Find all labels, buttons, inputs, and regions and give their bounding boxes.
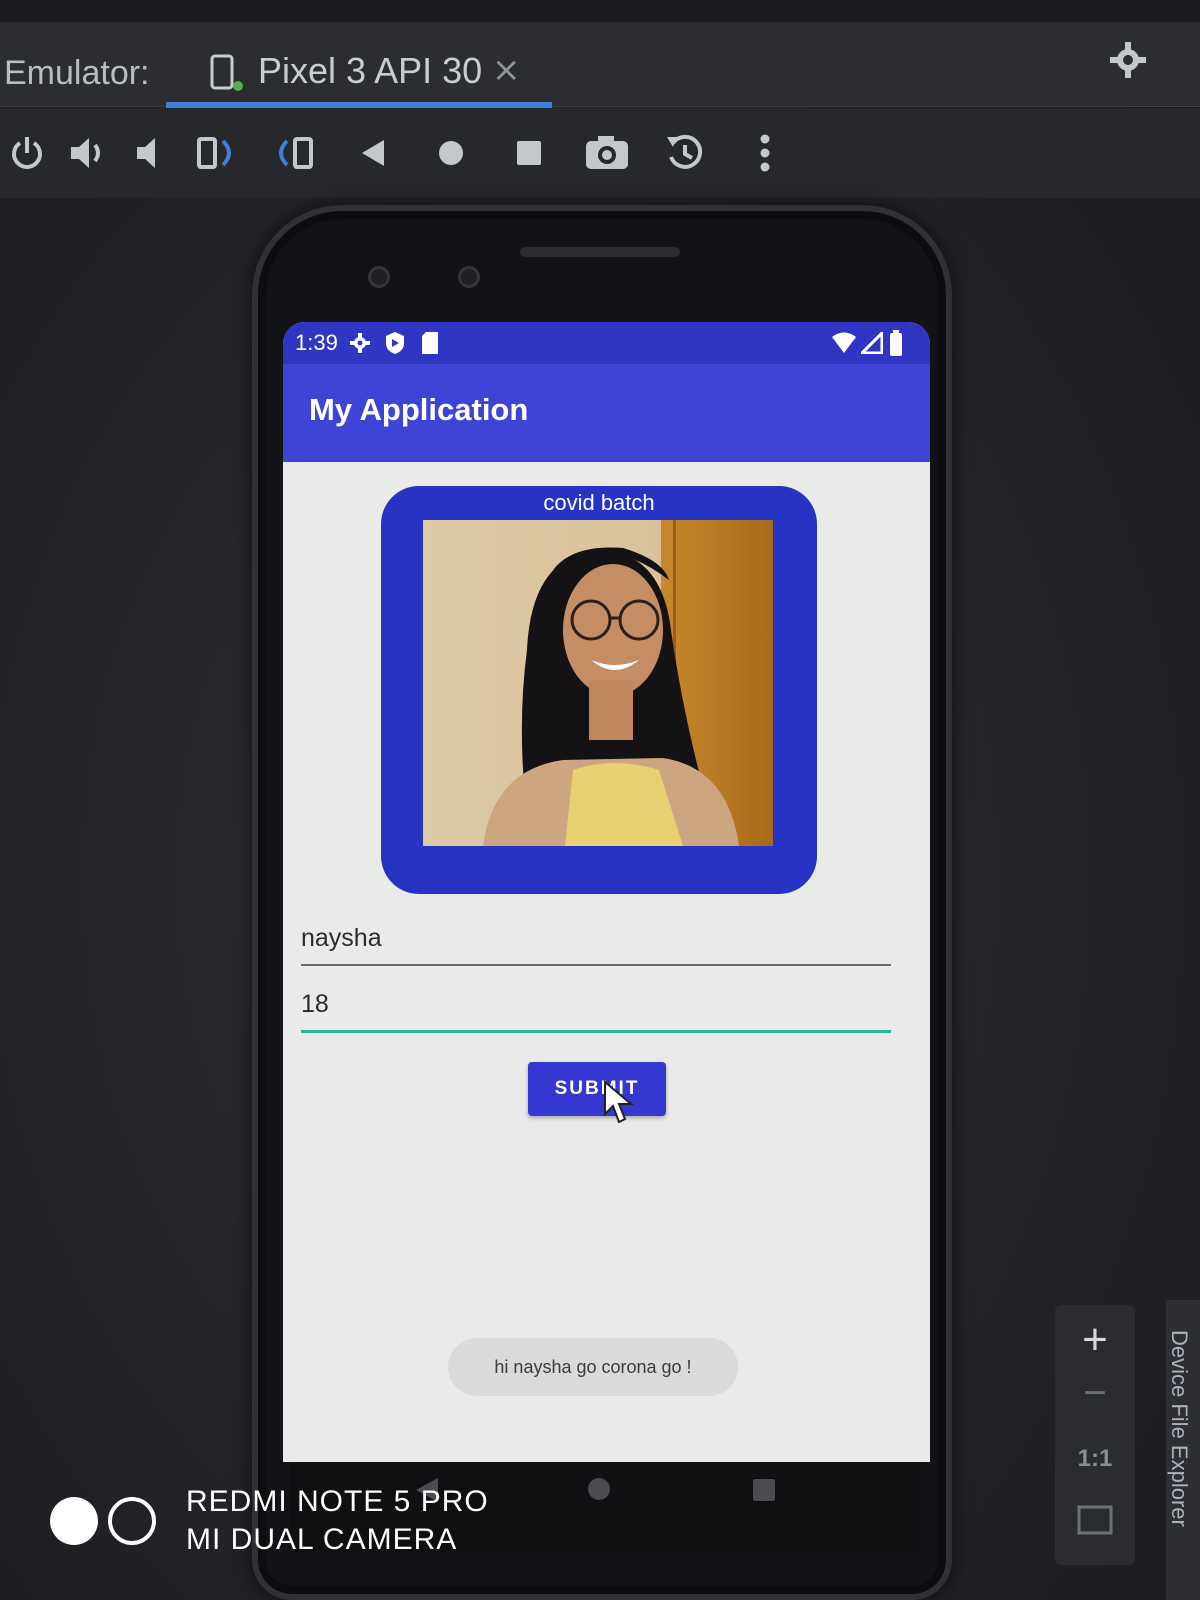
toast-message: hi naysha go corona go !	[448, 1338, 738, 1396]
close-tab-icon[interactable]: ×	[492, 50, 521, 90]
app-bar: My Application	[283, 364, 930, 462]
status-time: 1:39	[295, 330, 338, 355]
back-icon[interactable]	[346, 126, 400, 180]
name-input-underline	[301, 964, 891, 966]
tab-title: Pixel 3 API 30	[258, 50, 483, 91]
device-icon	[210, 54, 246, 96]
camera-icon[interactable]	[580, 126, 634, 180]
device-screen: 1:39 My Application covid batch naysha 1…	[283, 322, 930, 1462]
more-icon[interactable]	[738, 126, 792, 180]
watermark-line-1: REDMI NOTE 5 PRO	[186, 1485, 489, 1518]
shield-status-icon	[385, 331, 405, 361]
device-file-explorer-tab[interactable]: Device File Explorer	[1166, 1330, 1192, 1527]
ide-top-strip	[0, 0, 1200, 22]
rotate-right-icon[interactable]	[266, 126, 320, 180]
overview-icon[interactable]	[502, 126, 556, 180]
emulator-toolbar	[0, 108, 1200, 198]
signal-icon	[858, 329, 884, 360]
emulator-label: Emulator:	[4, 54, 150, 92]
mouse-cursor-icon	[603, 1079, 635, 1130]
front-camera-right	[458, 266, 480, 288]
rotate-left-icon[interactable]	[192, 126, 246, 180]
age-input-underline	[301, 1030, 891, 1033]
wifi-icon	[831, 332, 857, 360]
profile-photo	[423, 520, 773, 846]
dual-camera-logo-icon	[50, 1497, 156, 1545]
nav-home-icon[interactable]	[586, 1476, 612, 1506]
status-bar: 1:39	[283, 322, 930, 364]
zoom-in-button[interactable]: +	[1055, 1315, 1135, 1365]
battery-icon	[889, 329, 903, 363]
settings-status-icon	[349, 332, 371, 360]
card-caption: covid batch	[543, 490, 655, 515]
settings-gear-icon[interactable]	[1108, 40, 1148, 84]
power-icon[interactable]	[0, 126, 54, 180]
zoom-controls: + − 1:1	[1055, 1305, 1135, 1565]
sim-card-status-icon	[421, 331, 439, 361]
volume-up-icon[interactable]	[62, 126, 116, 180]
zoom-out-button[interactable]: −	[1055, 1371, 1135, 1416]
front-camera-left	[368, 266, 390, 288]
fit-screen-icon[interactable]	[1077, 1505, 1113, 1539]
submit-button[interactable]: SUBMIT	[528, 1062, 666, 1116]
name-input[interactable]	[301, 920, 891, 956]
snapshot-icon[interactable]	[658, 126, 712, 180]
watermark-line-2: MI DUAL CAMERA	[186, 1523, 458, 1556]
camera-watermark: REDMI NOTE 5 PRO MI DUAL CAMERA	[48, 1483, 489, 1559]
volume-down-icon[interactable]	[124, 126, 178, 180]
profile-card: covid batch	[381, 486, 817, 894]
app-title: My Application	[309, 392, 529, 427]
age-input[interactable]	[301, 986, 891, 1022]
tab-pixel-3-api-30[interactable]: Pixel 3 API 30 ×	[166, 36, 552, 108]
zoom-ratio-button[interactable]: 1:1	[1055, 1445, 1135, 1473]
earpiece-speaker	[520, 247, 680, 257]
nav-overview-icon[interactable]	[752, 1478, 776, 1506]
home-icon[interactable]	[424, 126, 478, 180]
